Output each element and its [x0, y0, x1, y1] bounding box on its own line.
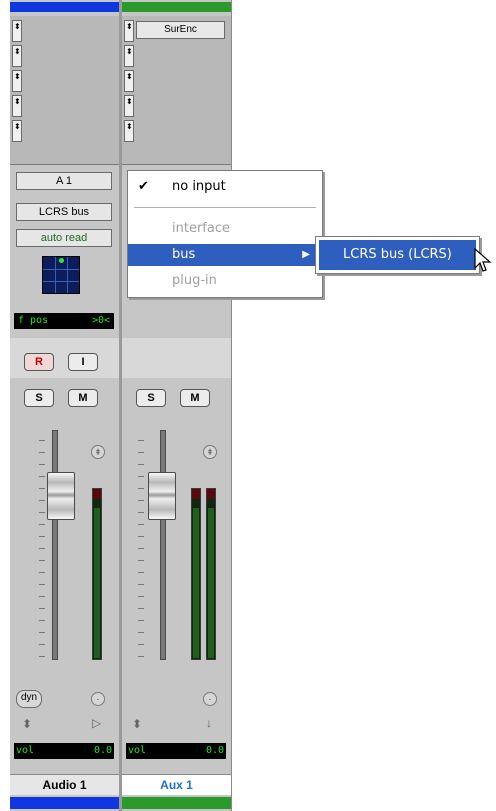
meter-fill — [94, 508, 100, 658]
insert-selector[interactable]: ⬍ — [124, 120, 134, 142]
up-down-arrow-icon: ⬍ — [126, 122, 133, 131]
inserts-section: ⬍ ⬍ ⬍ ⬍ ⬍ — [10, 16, 119, 165]
track-color-bar — [122, 2, 231, 12]
solo-button[interactable]: S — [136, 389, 166, 407]
track-color-bar — [10, 797, 119, 809]
volume-fader[interactable] — [47, 472, 75, 520]
mute-button[interactable]: M — [180, 389, 210, 407]
menu-item-label: bus — [172, 247, 196, 262]
meter-fill — [193, 508, 199, 658]
level-meter — [92, 488, 102, 660]
chevron-right-icon: ▶ — [302, 249, 310, 260]
volume-display: vol 0.0 — [126, 743, 226, 759]
menu-separator — [134, 207, 316, 208]
volume-label: vol — [128, 745, 147, 756]
pin-icon: ǂ — [203, 445, 217, 459]
up-down-arrow-icon: ⬍ — [126, 72, 133, 81]
insert-selector[interactable]: ⬍ — [12, 70, 22, 92]
up-down-arrow-icon: ⬍ — [14, 97, 21, 106]
channel-strip-aux-1: ⬍ SurEnc ⬍ ⬍ ⬍ ⬍ S M ǂ · ⬍ ↓ vol 0.0 Aux… — [122, 0, 232, 811]
up-down-arrow-icon[interactable]: ⬍ — [22, 717, 32, 731]
pan-display: f pos >0< — [14, 313, 114, 329]
pan-value: >0< — [91, 315, 110, 326]
input-monitor-button[interactable]: I — [68, 353, 98, 371]
insert-selector[interactable]: ⬍ — [12, 95, 22, 117]
level-meter-right — [206, 488, 216, 660]
solo-button[interactable]: S — [24, 389, 54, 407]
mouse-pointer-icon — [474, 248, 492, 272]
submenu-item-lcrs-bus[interactable]: LCRS bus (LCRS) — [319, 240, 476, 270]
clip-indicator — [207, 489, 215, 499]
automation-mode-button[interactable]: auto read — [16, 229, 112, 247]
volume-display: vol 0.0 — [14, 743, 114, 759]
inserts-section: ⬍ SurEnc ⬍ ⬍ ⬍ ⬍ — [122, 16, 231, 165]
up-down-arrow-icon: ⬍ — [14, 47, 21, 56]
fader-scale — [39, 440, 45, 660]
menu-item-no-input[interactable]: ✔ no input — [128, 176, 322, 198]
menu-item-label: interface — [172, 221, 230, 236]
insert-selector[interactable]: ⬍ — [12, 120, 22, 142]
mute-button[interactable]: M — [68, 389, 98, 407]
insert-selector[interactable]: ⬍ — [124, 20, 134, 42]
menu-item-plug-in: plug-in — [128, 270, 322, 292]
spacer — [122, 338, 231, 378]
up-down-arrow-icon: ⬍ — [126, 47, 133, 56]
output-arrow-icon[interactable]: ▷ — [92, 716, 101, 730]
up-down-arrow-icon[interactable]: ⬍ — [132, 717, 142, 731]
volume-value: 0.0 — [205, 745, 224, 756]
insert-selector[interactable]: ⬍ — [12, 45, 22, 67]
check-icon: ✔ — [138, 179, 149, 194]
clip-indicator — [192, 489, 200, 499]
up-down-arrow-icon: ⬍ — [126, 22, 133, 31]
insert-plugin-button[interactable]: SurEnc — [136, 21, 225, 39]
dot-icon: · — [203, 692, 217, 706]
dyn-button[interactable]: dyn — [16, 690, 43, 708]
meter-fill — [208, 508, 214, 658]
track-color-bar — [10, 2, 119, 12]
level-meter-left — [191, 488, 201, 660]
dot-icon: · — [91, 692, 105, 706]
up-down-arrow-icon: ⬍ — [14, 122, 21, 131]
menu-item-label: no input — [172, 179, 226, 194]
track-name[interactable]: Audio 1 — [10, 774, 119, 795]
volume-label: vol — [16, 745, 35, 756]
track-name[interactable]: Aux 1 — [122, 774, 231, 795]
insert-selector[interactable]: ⬍ — [12, 20, 22, 42]
insert-selector[interactable]: ⬍ — [124, 95, 134, 117]
input-context-menu: ✔ no input interface bus ▶ plug-in — [127, 170, 323, 298]
pin-icon: ǂ — [91, 445, 105, 459]
down-arrow-icon[interactable]: ↓ — [206, 716, 212, 730]
pan-label: f pos — [18, 315, 49, 326]
record-enable-button[interactable]: R — [24, 353, 54, 371]
menu-item-label: plug-in — [172, 273, 217, 288]
output-selector-button[interactable]: LCRS bus — [16, 203, 112, 221]
fader-scale — [138, 440, 144, 660]
up-down-arrow-icon: ⬍ — [14, 72, 21, 81]
clip-indicator — [93, 489, 101, 499]
surround-panner[interactable] — [42, 256, 80, 294]
fader-track — [52, 430, 58, 660]
channel-strip-audio-1: ⬍ ⬍ ⬍ ⬍ ⬍ A 1 LCRS bus auto read f pos >… — [10, 0, 120, 811]
volume-value: 0.0 — [93, 745, 112, 756]
menu-item-interface: interface — [128, 218, 322, 240]
track-color-bar — [122, 797, 231, 809]
up-down-arrow-icon: ⬍ — [14, 22, 21, 31]
fader-track — [160, 430, 166, 660]
input-selector-button[interactable]: A 1 — [16, 172, 112, 190]
menu-item-bus[interactable]: bus ▶ — [128, 244, 322, 266]
pan-position-dot[interactable] — [59, 258, 64, 263]
bus-submenu: LCRS bus (LCRS) — [315, 236, 480, 274]
insert-selector[interactable]: ⬍ — [124, 45, 134, 67]
up-down-arrow-icon: ⬍ — [126, 97, 133, 106]
volume-fader[interactable] — [148, 472, 176, 520]
insert-selector[interactable]: ⬍ — [124, 70, 134, 92]
